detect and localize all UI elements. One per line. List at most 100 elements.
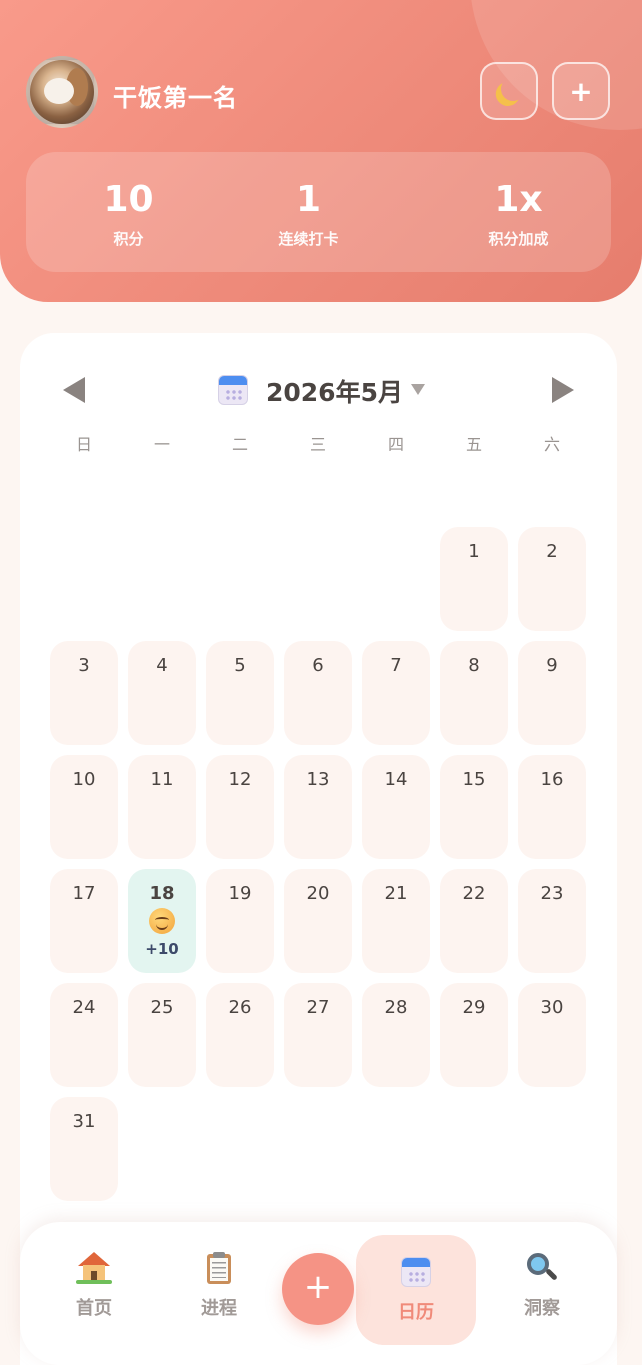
calendar-day[interactable]: 3 (50, 641, 118, 745)
calendar-day[interactable]: 7 (362, 641, 430, 745)
nav-item-calendar[interactable]: 日历 (356, 1235, 476, 1345)
calendar-day[interactable]: 27 (284, 983, 352, 1087)
stat-points: 10 积分 (31, 180, 226, 249)
stat-multiplier-value: 1x (494, 179, 543, 220)
calendar-icon (400, 1256, 432, 1288)
calendar-day[interactable]: 31 (50, 1097, 118, 1201)
weekday-label: 四 (387, 435, 404, 454)
day-number: 3 (78, 655, 90, 676)
nav-item-insights[interactable]: 洞察 (482, 1252, 602, 1320)
calendar-day[interactable]: 16 (518, 755, 586, 859)
day-number: 23 (540, 883, 564, 904)
weekday-label: 三 (309, 435, 326, 454)
calendar-day[interactable]: 2 (518, 527, 586, 631)
day-number: 17 (72, 883, 96, 904)
stat-streak-label: 连续打卡 (278, 230, 339, 248)
day-number: 26 (228, 997, 252, 1018)
calendar-day[interactable]: 23 (518, 869, 586, 973)
calendar-day[interactable]: 21 (362, 869, 430, 973)
calendar-day-today[interactable]: 18 +10 (128, 869, 196, 973)
day-number: 28 (384, 997, 408, 1018)
day-number: 1 (468, 541, 480, 562)
calendar-icon (218, 375, 248, 405)
calendar-day[interactable]: 17 (50, 869, 118, 973)
calendar-day[interactable]: 14 (362, 755, 430, 859)
calendar-day[interactable]: 12 (206, 755, 274, 859)
day-number: 18 (149, 883, 175, 904)
calendar-card: 2026年5月 日一二三四五六 1 2 3 4 5 6 7 8 9 10 11 12 13 14 15 16 1… (20, 333, 617, 1365)
day-number: 13 (306, 769, 330, 790)
nav-item-label: 日历 (398, 1302, 434, 1323)
day-number: 10 (72, 769, 96, 790)
day-number: 4 (156, 655, 168, 676)
weekday-label: 六 (543, 435, 560, 454)
calendar-day[interactable]: 15 (440, 755, 508, 859)
day-number: 6 (312, 655, 324, 676)
calendar-day[interactable]: 25 (128, 983, 196, 1087)
day-number: 29 (462, 997, 486, 1018)
day-number: 24 (72, 997, 96, 1018)
chevron-down-icon[interactable] (411, 384, 425, 395)
add-entry-button[interactable]: + (282, 1253, 354, 1325)
day-number: 21 (384, 883, 408, 904)
calendar-day[interactable]: 28 (362, 983, 430, 1087)
header: 干饭第一名 + 10 积分 1 连续打卡 1x 积分加成 (0, 0, 642, 302)
day-number: 14 (384, 769, 408, 790)
weekday-label: 一 (153, 435, 170, 454)
stat-streak-value: 1 (295, 179, 322, 220)
calendar-day[interactable]: 19 (206, 869, 274, 973)
day-number: 20 (306, 883, 330, 904)
clipboard-icon (203, 1252, 235, 1284)
stat-multiplier: 1x 积分加成 (421, 180, 616, 249)
nav-item-progress[interactable]: 进程 (159, 1252, 279, 1320)
day-number: 25 (150, 997, 174, 1018)
add-button[interactable]: + (552, 62, 610, 120)
magnifier-icon (526, 1252, 558, 1284)
calendar-day[interactable]: 8 (440, 641, 508, 745)
calendar-day[interactable]: 9 (518, 641, 586, 745)
calendar-day[interactable]: 5 (206, 641, 274, 745)
calendar-day[interactable]: 20 (284, 869, 352, 973)
day-number: 12 (228, 769, 252, 790)
nav-item-label: 进程 (201, 1298, 237, 1319)
calendar-day[interactable]: 29 (440, 983, 508, 1087)
stat-points-label: 积分 (113, 230, 144, 248)
day-number: 7 (390, 655, 402, 676)
avatar[interactable] (26, 56, 98, 128)
theme-toggle-button[interactable] (480, 62, 538, 120)
day-number: 16 (540, 769, 564, 790)
house-icon (76, 1252, 112, 1284)
day-number: 27 (306, 997, 330, 1018)
calendar-day[interactable]: 22 (440, 869, 508, 973)
weekday-label: 二 (231, 435, 248, 454)
stat-points-value: 10 (103, 179, 154, 220)
calendar-day[interactable]: 10 (50, 755, 118, 859)
nav-item-label: 首页 (76, 1298, 112, 1319)
day-number: 5 (234, 655, 246, 676)
calendar-day[interactable]: 11 (128, 755, 196, 859)
next-month-icon[interactable] (552, 377, 574, 403)
calendar-day[interactable]: 6 (284, 641, 352, 745)
stats-panel: 10 积分 1 连续打卡 1x 积分加成 (26, 152, 611, 272)
nav-item-label: 洞察 (524, 1298, 560, 1319)
weekday-label: 五 (465, 435, 482, 454)
day-number: 31 (72, 1111, 96, 1132)
calendar-day[interactable]: 30 (518, 983, 586, 1087)
previous-month-icon[interactable] (63, 377, 85, 403)
day-number: 9 (546, 655, 558, 676)
day-number: 2 (546, 541, 558, 562)
calendar-day[interactable]: 13 (284, 755, 352, 859)
day-points: +10 (145, 940, 179, 958)
calendar-day[interactable]: 4 (128, 641, 196, 745)
smiling-face-icon (149, 908, 175, 934)
calendar-day[interactable]: 24 (50, 983, 118, 1087)
calendar-day[interactable]: 1 (440, 527, 508, 631)
nav-item-home[interactable]: 首页 (34, 1252, 154, 1320)
calendar-day[interactable]: 26 (206, 983, 274, 1087)
month-title[interactable]: 2026年5月 (266, 373, 403, 409)
avatar-dog-face (44, 78, 74, 104)
day-number: 15 (462, 769, 486, 790)
day-number: 22 (462, 883, 486, 904)
moon-icon (499, 75, 527, 103)
day-number: 19 (228, 883, 252, 904)
